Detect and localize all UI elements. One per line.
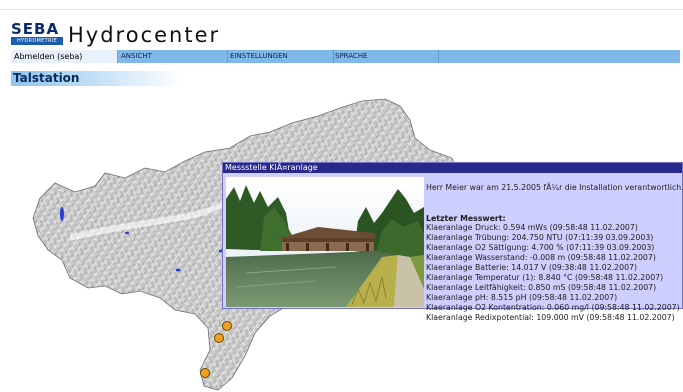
measurement-row: Klaeranlage O2 Kontentration: 0.060 mg/l… bbox=[426, 303, 680, 312]
measurement-row: Klaeranlage Batterie: 14.017 V (09:38:48… bbox=[426, 263, 638, 272]
popup-title: Messstelle KlÃ¤ranlage bbox=[223, 163, 682, 173]
measurement-row: Klaeranlage Leitfähigkeit: 0.850 mS (09:… bbox=[426, 283, 657, 292]
lake-marker bbox=[60, 207, 64, 221]
lake-marker bbox=[125, 231, 129, 235]
main-nav: Abmelden (seba) ANSICHT EINSTELLUNGEN SP… bbox=[11, 50, 680, 63]
measurement-row: Klaeranlage Trübung: 204.750 NTU (07:11:… bbox=[426, 233, 654, 242]
measurement-list: Klaeranlage Druck: 0.594 mWs (09:58:48 1… bbox=[426, 223, 680, 323]
station-info-popup: Messstelle KlÃ¤ranlage Herr Meier war am… bbox=[222, 162, 683, 322]
page-title: Talstation bbox=[13, 71, 80, 85]
measurement-row: Klaeranlage Redixpotential: 109.000 mV (… bbox=[426, 313, 675, 322]
station-photo bbox=[226, 177, 424, 307]
nav-sprache[interactable]: SPRACHE bbox=[333, 50, 438, 63]
section-heading: Talstation bbox=[11, 71, 181, 86]
app-title: Hydrocenter bbox=[68, 23, 221, 47]
station-marker-2[interactable] bbox=[214, 333, 224, 343]
logout-button[interactable]: Abmelden (seba) bbox=[11, 50, 118, 63]
measurement-row: Klaeranlage O2 Sättigung: 4.700 % (07:11… bbox=[426, 243, 655, 252]
nav-ansicht[interactable]: ANSICHT bbox=[119, 50, 226, 63]
measurement-row: Klaeranlage Druck: 0.594 mWs (09:58:48 1… bbox=[426, 223, 638, 232]
station-marker-1[interactable] bbox=[222, 321, 232, 331]
nav-einstellungen[interactable]: EINSTELLUNGEN bbox=[228, 50, 333, 63]
nav-divider bbox=[438, 50, 439, 63]
lake-marker bbox=[175, 268, 181, 272]
measurement-row: Klaeranlage Temperatur (1): 8.840 °C (09… bbox=[426, 273, 664, 282]
logo-wordmark: SEBA bbox=[11, 20, 60, 38]
measurement-row: Klaeranlage Wasserstand: -0.008 m (09:58… bbox=[426, 253, 656, 262]
top-divider bbox=[0, 9, 683, 10]
measurement-row: Klaeranlage pH: 8.515 pH (09:58:48 11.02… bbox=[426, 293, 618, 302]
installation-note: Herr Meier war am 21.5.2005 fÃ¼r die Ins… bbox=[426, 183, 683, 192]
seba-logo: SEBA HYDROMETRIE bbox=[11, 20, 63, 45]
station-marker-3[interactable] bbox=[200, 368, 210, 378]
logo-subtext: HYDROMETRIE bbox=[11, 37, 63, 45]
